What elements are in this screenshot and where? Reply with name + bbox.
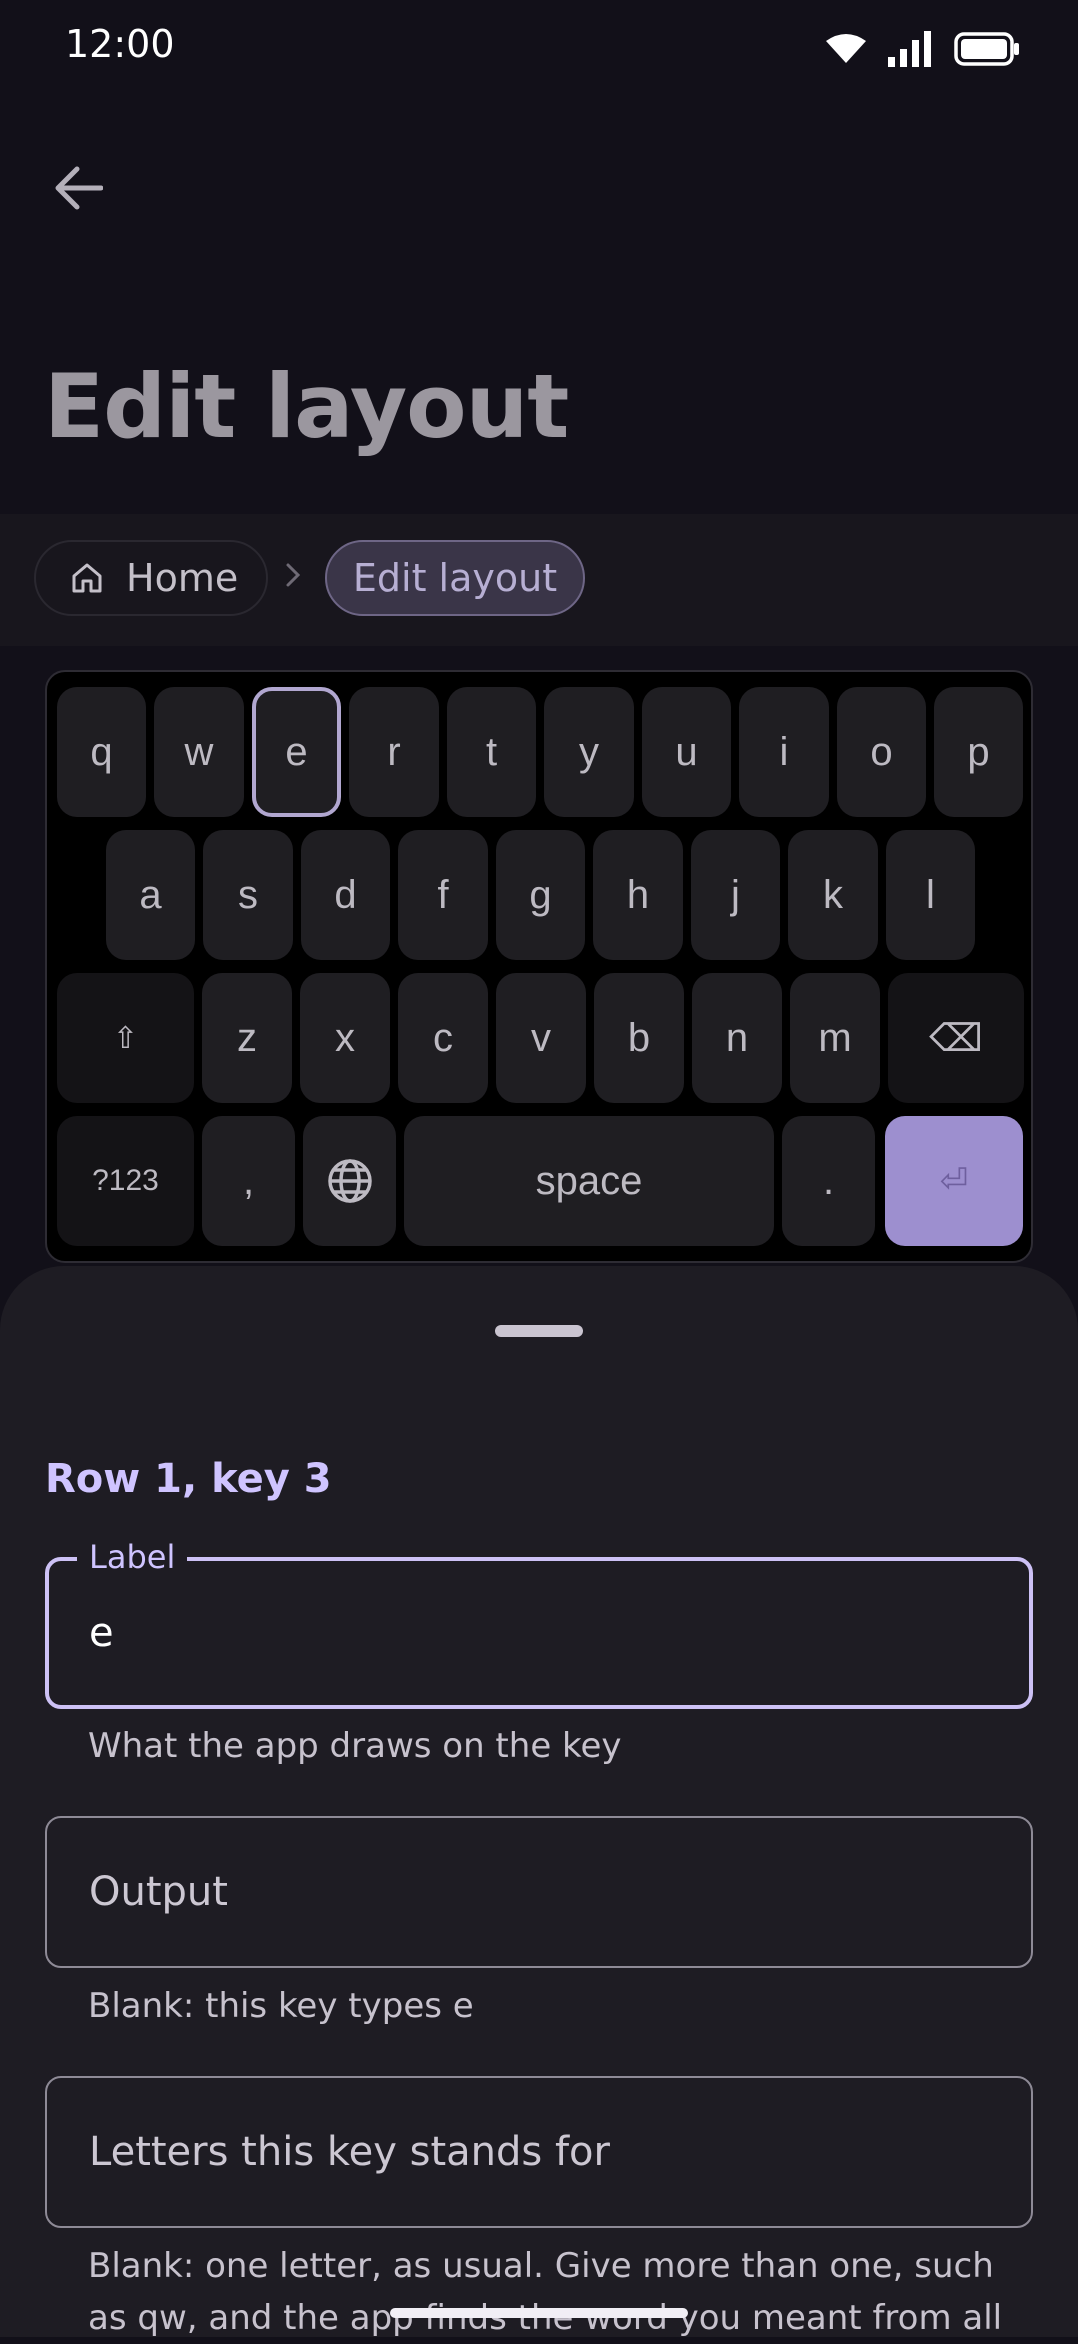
selected-key-title: Row 1, key 3	[45, 1456, 332, 1502]
key-y[interactable]: y	[544, 687, 634, 817]
key-w[interactable]: w	[154, 687, 244, 817]
key-x[interactable]: x	[300, 973, 390, 1103]
key-n[interactable]: n	[692, 973, 782, 1103]
key-s[interactable]: s	[203, 830, 293, 960]
shift-key[interactable]: ⇧	[57, 973, 194, 1103]
letters-input[interactable]	[89, 2078, 979, 2226]
key-d[interactable]: d	[301, 830, 390, 960]
status-time: 12:00	[65, 22, 175, 66]
arrow-left-icon	[55, 166, 103, 210]
output-field[interactable]	[45, 1816, 1033, 1968]
key-e-selected[interactable]: e	[252, 687, 341, 817]
chevron-right-icon	[284, 557, 302, 597]
back-button[interactable]	[38, 148, 118, 228]
key-period[interactable]: .	[782, 1116, 875, 1246]
key-i[interactable]: i	[739, 687, 829, 817]
key-t[interactable]: t	[447, 687, 536, 817]
key-comma[interactable]: ,	[202, 1116, 295, 1246]
key-c[interactable]: c	[398, 973, 488, 1103]
key-h[interactable]: h	[593, 830, 683, 960]
drag-handle[interactable]	[495, 1325, 583, 1337]
letters-field[interactable]	[45, 2076, 1033, 2228]
home-icon	[72, 563, 102, 593]
space-key[interactable]: space	[404, 1116, 774, 1246]
label-field-caption: Label	[77, 1539, 188, 1575]
home-indicator[interactable]	[390, 2308, 688, 2318]
key-k[interactable]: k	[788, 830, 878, 960]
key-b[interactable]: b	[594, 973, 684, 1103]
key-f[interactable]: f	[398, 830, 488, 960]
key-v[interactable]: v	[496, 973, 586, 1103]
key-l[interactable]: l	[886, 830, 975, 960]
output-input[interactable]	[89, 1818, 979, 1966]
letters-helper-text: Blank: one letter, as usual. Give more t…	[88, 2246, 1003, 2338]
globe-icon	[327, 1159, 372, 1203]
battery-icon	[954, 32, 1019, 66]
key-j[interactable]: j	[691, 830, 780, 960]
backspace-key[interactable]: ⌫	[888, 973, 1024, 1103]
signal-icon	[888, 31, 931, 67]
breadcrumb-home[interactable]: Home	[34, 540, 268, 616]
breadcrumb-home-label: Home	[126, 556, 239, 600]
key-a[interactable]: a	[106, 830, 195, 960]
status-icons	[826, 26, 1020, 72]
key-r[interactable]: r	[349, 687, 439, 817]
key-m[interactable]: m	[790, 973, 880, 1103]
label-field[interactable]	[45, 1557, 1033, 1709]
output-helper-text: Blank: this key types e	[88, 1986, 474, 2026]
key-p[interactable]: p	[934, 687, 1023, 817]
enter-key[interactable]: ⏎	[885, 1116, 1023, 1246]
key-o[interactable]: o	[837, 687, 926, 817]
label-input[interactable]	[89, 1561, 979, 1705]
label-helper-text: What the app draws on the key	[88, 1726, 622, 1766]
page-title: Edit layout	[44, 355, 569, 458]
keyboard-preview: q w e r t y u i o p a s d f g h j k l ⇧ …	[45, 670, 1033, 1263]
symbols-key[interactable]: ?123	[57, 1116, 194, 1246]
key-z[interactable]: z	[202, 973, 292, 1103]
language-key[interactable]	[303, 1116, 396, 1246]
key-u[interactable]: u	[642, 687, 731, 817]
key-g[interactable]: g	[496, 830, 585, 960]
key-q[interactable]: q	[57, 687, 146, 817]
breadcrumb-current[interactable]: Edit layout	[325, 540, 585, 616]
wifi-icon	[826, 34, 866, 63]
